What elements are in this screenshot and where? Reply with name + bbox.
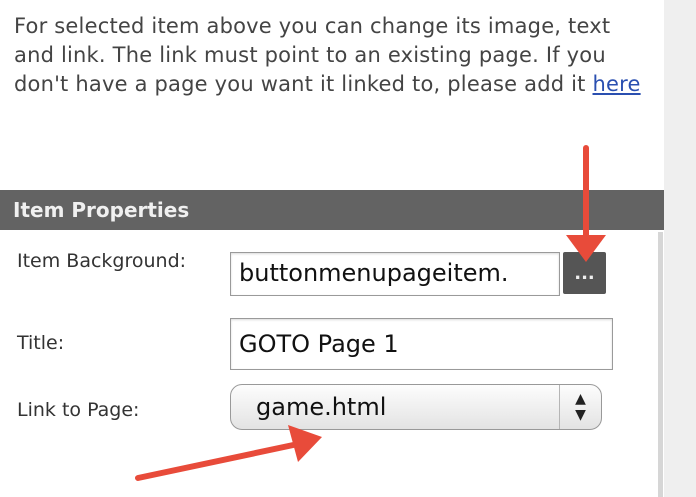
browse-button[interactable]: ... (563, 252, 606, 294)
selected-page-value: game.html (256, 393, 387, 421)
link-to-page-label: Link to Page: (17, 399, 140, 421)
item-background-label: Item Background: (17, 250, 187, 272)
title-label: Title: (17, 332, 65, 354)
item-background-field[interactable]: buttonmenupageitem. (230, 252, 560, 296)
add-page-link[interactable]: here (593, 72, 641, 96)
instructions-text: For selected item above you can change i… (14, 12, 654, 99)
link-to-page-select[interactable]: game.html ▲ ▼ (230, 384, 602, 430)
instructions-panel: For selected item above you can change i… (0, 0, 664, 190)
section-title: Item Properties (0, 190, 664, 230)
up-down-chevron-icon: ▲ ▼ (559, 385, 601, 429)
instructions-body: For selected item above you can change i… (14, 14, 611, 96)
title-input[interactable]: GOTO Page 1 (230, 318, 613, 370)
